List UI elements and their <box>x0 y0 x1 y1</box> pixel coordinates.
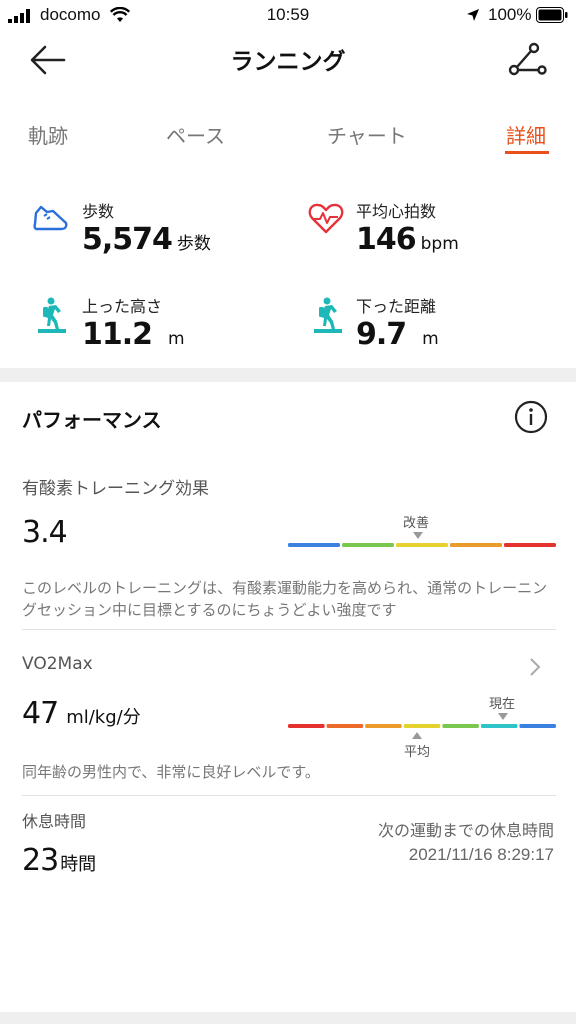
ascent-unit: m <box>168 329 185 349</box>
heart-rate-icon <box>308 203 344 234</box>
battery-percent: 100% <box>488 5 532 24</box>
chevron-right-icon[interactable] <box>528 657 542 677</box>
vo2max-scale-bar <box>288 724 556 728</box>
info-icon[interactable] <box>514 400 548 434</box>
section-divider <box>0 368 576 382</box>
aerobic-scale-segment <box>450 543 502 547</box>
hiker-descent-icon <box>314 297 342 333</box>
descent-label: 下った距離 <box>356 297 437 316</box>
aerobic-scale-segment <box>288 543 340 547</box>
aerobic-scale-segment <box>504 543 556 547</box>
aerobic-value: 3.4 <box>22 515 68 550</box>
vo2max-label[interactable]: VO2Max <box>22 654 93 674</box>
vo2max-scale-segment <box>519 724 556 728</box>
rest-label: 休息時間 <box>22 812 87 831</box>
bottom-divider <box>0 1012 576 1024</box>
vo2max-scale-segment <box>403 724 441 728</box>
tab-pace[interactable]: ペース <box>166 120 225 149</box>
vo2max-scale-segment <box>442 724 479 728</box>
heart-rate-label: 平均心拍数 <box>356 202 437 221</box>
next-workout-label: 次の運動までの休息時間 <box>377 821 554 840</box>
tab-track[interactable]: 軌跡 <box>28 120 68 149</box>
aerobic-scale-bar <box>288 543 556 547</box>
ascent-value: 11.2 <box>82 317 153 352</box>
steps-value: 5,574 <box>82 222 173 257</box>
steps-unit: 歩数 <box>176 234 211 254</box>
vo2max-value: 47 <box>22 696 59 731</box>
vo2max-value-row: 47 ml/kg/分 <box>22 696 141 731</box>
route-share-icon[interactable] <box>504 40 548 80</box>
location-icon <box>467 9 479 21</box>
aerobic-scale-segment <box>396 543 448 547</box>
vo2max-average-label: 平均 <box>404 745 431 760</box>
descent-value-row: 9.7 m <box>356 317 439 352</box>
next-workout-time: 2021/11/16 8:29:17 <box>408 845 554 864</box>
descent-value: 9.7 <box>356 317 407 352</box>
steps-value-row: 5,574 歩数 <box>82 222 211 257</box>
ascent-label: 上った高さ <box>82 297 163 316</box>
row-divider <box>22 795 556 796</box>
hiker-ascent-icon <box>38 297 66 333</box>
descent-unit: m <box>422 329 439 349</box>
page-title: ランニング <box>230 49 346 75</box>
aerobic-marker-arrow <box>413 532 423 539</box>
tab-details[interactable]: 詳細 <box>506 120 546 149</box>
heart-rate-unit: bpm <box>420 234 459 254</box>
shoe-icon <box>33 205 68 231</box>
performance-title: パフォーマンス <box>22 408 162 432</box>
vo2max-scale-segment <box>365 724 402 728</box>
vo2max-average-arrow <box>412 732 422 739</box>
ascent-value-row: 11.2 m <box>82 317 185 352</box>
battery-icon <box>536 7 568 23</box>
vo2max-current-arrow <box>498 713 508 720</box>
rest-value-row: 23 時間 <box>22 843 96 878</box>
steps-label: 歩数 <box>82 202 115 221</box>
vo2max-scale-segment <box>326 724 364 728</box>
rest-value: 23 <box>22 843 59 878</box>
heart-rate-value: 146 <box>356 222 417 257</box>
heart-rate-value-row: 146 bpm <box>356 222 459 257</box>
aerobic-scale-segment <box>342 543 394 547</box>
aerobic-label: 有酸素トレーニング効果 <box>22 479 209 499</box>
tab-chart[interactable]: チャート <box>327 120 407 149</box>
vo2max-unit: ml/kg/分 <box>66 707 141 728</box>
aerobic-description: このレベルのトレーニングは、有酸素運動能力を高められ、通常のトレーニングセッショ… <box>22 579 548 619</box>
status-bar: docomo 10:59 100% <box>0 0 576 30</box>
vo2max-scale-segment <box>288 724 325 728</box>
active-tab-indicator <box>505 151 549 154</box>
vo2max-current-label: 現在 <box>489 697 516 712</box>
vo2max-scale-segment <box>480 724 518 728</box>
aerobic-marker-label: 改善 <box>403 516 430 531</box>
row-divider <box>22 629 556 630</box>
vo2max-description: 同年齢の男性内で、非常に良好レベルです。 <box>22 763 320 781</box>
rest-unit: 時間 <box>60 854 97 875</box>
